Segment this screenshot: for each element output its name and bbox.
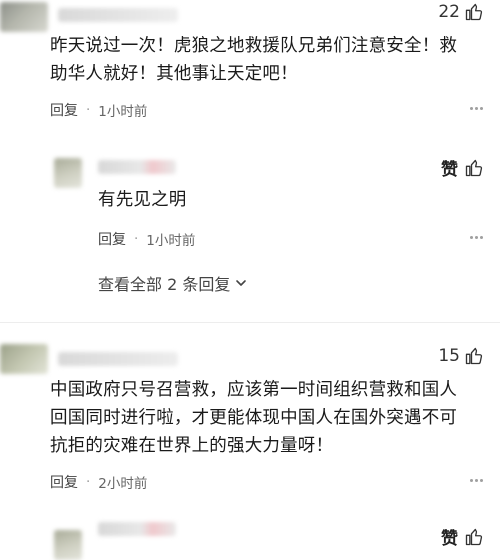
comment-text: 昨天说过一次！虎狼之地救援队兄弟们注意安全！救助华人就好！其他事让天定吧！ [50, 36, 458, 84]
comment-meta: 回复 · 2小时前 [50, 472, 147, 492]
reply-like-button[interactable]: 赞 [441, 524, 484, 549]
timestamp: 1小时前 [98, 104, 148, 120]
like-button[interactable]: 22 [438, 2, 484, 22]
comment-meta: 回复 · 1小时前 [50, 100, 147, 120]
divider [0, 322, 500, 323]
reply-button[interactable]: 回复 [50, 100, 78, 120]
view-all-replies-button[interactable]: 查看全部 2 条回复 [98, 271, 248, 295]
like-button[interactable]: 15 [438, 346, 484, 366]
comment-text: 中国政府只号召营救，应该第一时间组织营救和国人回国同时进行啦，才更能体现中国人在… [50, 380, 458, 456]
separator-dot: · [134, 231, 139, 247]
thumb-up-icon [465, 159, 483, 176]
timestamp: 1小时前 [146, 233, 196, 249]
zan-label: 赞 [441, 529, 458, 549]
like-count: 15 [438, 346, 460, 366]
reply-avatar[interactable] [54, 158, 82, 188]
view-all-replies-label: 查看全部 2 条回复 [98, 275, 231, 294]
reply-username-blurred[interactable] [98, 160, 176, 174]
timestamp: 2小时前 [98, 476, 148, 492]
more-dots-icon[interactable] [470, 107, 484, 111]
reply-username-blurred[interactable] [98, 522, 176, 536]
more-dots-icon[interactable] [470, 236, 484, 240]
thumb-up-icon [465, 347, 483, 365]
username-blurred[interactable] [58, 8, 178, 22]
avatar[interactable] [0, 344, 48, 374]
reply-button[interactable]: 回复 [50, 472, 78, 492]
like-count: 22 [438, 2, 460, 22]
reply-like-button[interactable]: 赞 [441, 155, 484, 180]
separator-dot: · [86, 102, 91, 118]
more-dots-icon[interactable] [470, 479, 484, 483]
avatar[interactable] [0, 2, 48, 32]
reply-text: 有先见之明 [98, 190, 187, 210]
reply-button[interactable]: 回复 [98, 229, 126, 249]
username-blurred[interactable] [58, 352, 178, 366]
thumb-up-icon [465, 528, 483, 545]
zan-label: 赞 [441, 160, 458, 180]
reply-meta: 回复 · 1小时前 [98, 229, 195, 249]
thumb-up-icon [465, 3, 483, 21]
separator-dot: · [86, 474, 91, 490]
chevron-down-icon [236, 280, 247, 286]
reply-avatar[interactable] [54, 530, 82, 560]
